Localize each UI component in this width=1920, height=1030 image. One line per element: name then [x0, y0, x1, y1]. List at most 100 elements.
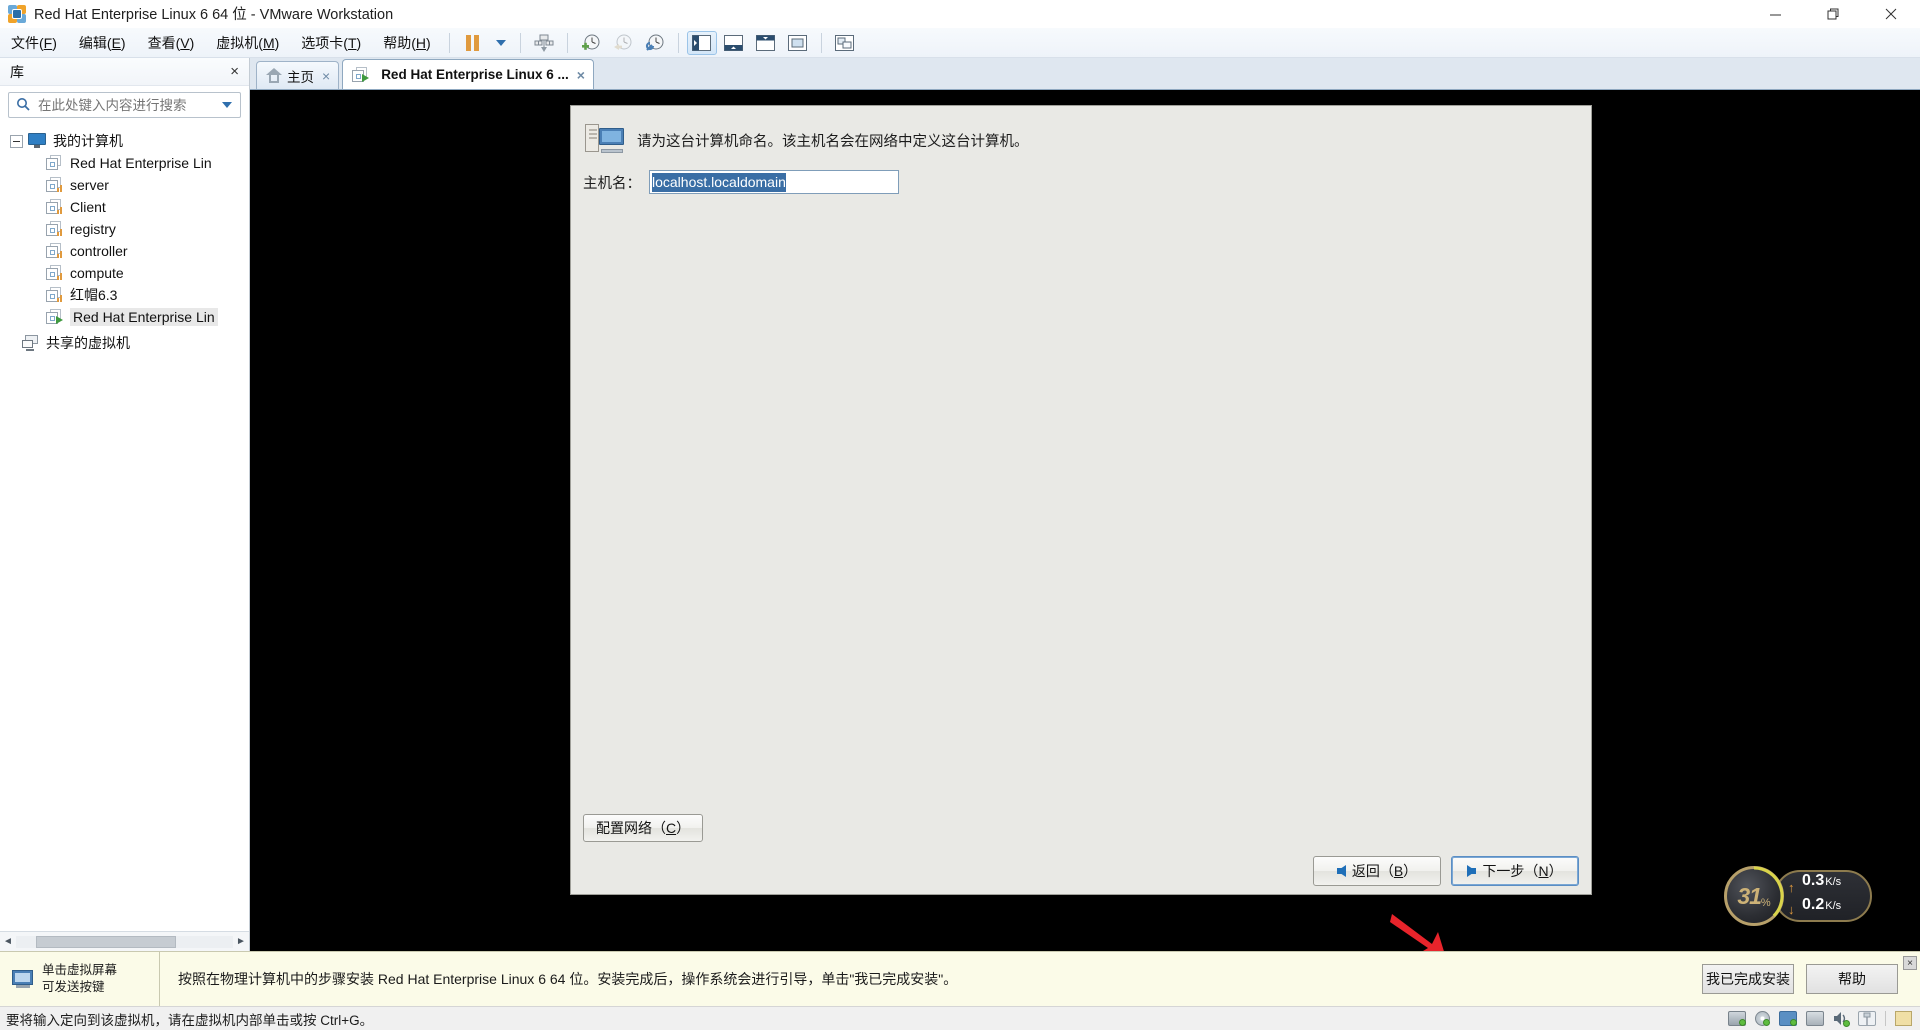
- tab-close-icon[interactable]: ×: [322, 68, 330, 84]
- cd-dvd-icon[interactable]: [1755, 1011, 1770, 1026]
- vm-console-screen[interactable]: 请为这台计算机命名。该主机名会在网络中定义这台计算机。 主机名： localho…: [250, 90, 1920, 951]
- tree-item-label: Red Hat Enterprise Lin: [70, 155, 212, 171]
- anaconda-hostname-dialog: 请为这台计算机命名。该主机名会在网络中定义这台计算机。 主机名： localho…: [570, 105, 1592, 895]
- notification-close-icon[interactable]: ×: [1903, 956, 1917, 970]
- show-console-view-icon[interactable]: [719, 31, 749, 55]
- arrow-right-icon: [1467, 865, 1476, 877]
- notes-icon[interactable]: [1895, 1011, 1912, 1026]
- monitor-icon: [28, 133, 47, 149]
- library-close-icon[interactable]: ×: [226, 64, 243, 79]
- fullscreen-icon[interactable]: [783, 31, 813, 55]
- tree-item-rhel-running[interactable]: Red Hat Enterprise Lin: [0, 306, 249, 328]
- send-key-hint-text: 单击虚拟屏幕 可发送按键: [42, 962, 117, 996]
- tree-item-label: Client: [70, 199, 106, 215]
- window-title: Red Hat Enterprise Linux 6 64 位 - VMware…: [34, 3, 393, 24]
- tab-rhel-vm[interactable]: Red Hat Enterprise Linux 6 ... ×: [342, 59, 594, 89]
- vm-tree: 我的计算机 Red Hat Enterprise Lin server Clie…: [0, 124, 249, 931]
- unity-mode-icon[interactable]: [830, 31, 860, 55]
- scrollbar-track[interactable]: [16, 936, 233, 948]
- network-adapter-icon[interactable]: [1779, 1011, 1797, 1026]
- vm-icon: [46, 265, 64, 281]
- minimize-icon[interactable]: [1746, 0, 1804, 28]
- dialog-prompt-text: 请为这台计算机命名。该主机名会在网络中定义这台计算机。: [637, 124, 1029, 151]
- printer-icon[interactable]: [1806, 1011, 1824, 1026]
- show-thumbnail-bar-icon[interactable]: [751, 31, 781, 55]
- tree-item-label: compute: [70, 265, 124, 281]
- upload-rate-value: 0.3: [1802, 872, 1824, 890]
- upload-rate-unit: K/s: [1825, 876, 1841, 888]
- restore-icon[interactable]: [1804, 0, 1862, 28]
- search-input[interactable]: [36, 97, 222, 114]
- snapshot-take-icon[interactable]: [576, 31, 606, 55]
- library-horizontal-scrollbar[interactable]: ◄ ►: [0, 931, 249, 951]
- scroll-right-arrow-icon[interactable]: ►: [233, 936, 249, 947]
- tree-item-redhat63[interactable]: 红帽6.3: [0, 284, 249, 306]
- dialog-nav-buttons: 返回（B） 下一步（N）: [1313, 856, 1579, 886]
- next-button[interactable]: 下一步（N）: [1451, 856, 1579, 886]
- menu-tabs[interactable]: 选项卡(T): [290, 30, 372, 56]
- snapshot-revert-icon[interactable]: [608, 31, 638, 55]
- power-dropdown-icon[interactable]: [490, 31, 512, 55]
- tree-item-rhel-1[interactable]: Red Hat Enterprise Lin: [0, 152, 249, 174]
- tree-item-controller[interactable]: controller: [0, 240, 249, 262]
- help-button[interactable]: 帮助: [1806, 964, 1898, 994]
- menu-edit[interactable]: 编辑(E): [68, 30, 137, 56]
- sound-card-icon[interactable]: [1833, 1011, 1849, 1026]
- tab-close-icon[interactable]: ×: [577, 67, 585, 83]
- scroll-left-arrow-icon[interactable]: ◄: [0, 936, 16, 947]
- cpu-usage-dial: 31 %: [1724, 866, 1784, 926]
- notification-bar: 单击虚拟屏幕 可发送按键 按照在物理计算机中的步骤安装 Red Hat Ente…: [0, 951, 1920, 1006]
- tree-item-label: 红帽6.3: [70, 285, 117, 305]
- menu-vm[interactable]: 虚拟机(M): [205, 30, 290, 56]
- vm-icon: [46, 155, 64, 171]
- search-dropdown-icon[interactable]: [222, 102, 232, 108]
- window-controls: [1746, 0, 1920, 28]
- download-rate-unit: K/s: [1825, 900, 1841, 912]
- scrollbar-thumb[interactable]: [36, 936, 176, 948]
- vm-icon: [46, 177, 64, 193]
- hint-line-2: 可发送按键: [42, 980, 105, 994]
- library-title: 库: [10, 62, 24, 82]
- system-monitor-widget[interactable]: ↑ 0.3 K/s ↓ 0.2 K/s: [1724, 866, 1872, 926]
- vmware-logo-icon: [8, 5, 26, 23]
- finished-install-button[interactable]: 我已完成安装: [1702, 964, 1794, 994]
- tab-home[interactable]: 主页 ×: [256, 61, 339, 89]
- show-library-icon[interactable]: [687, 31, 717, 55]
- menu-toolbar: 文件(F) 编辑(E) 查看(V) 虚拟机(M) 选项卡(T) 帮助(H): [0, 28, 1920, 58]
- home-icon: [266, 68, 282, 83]
- snapshot-manager-icon[interactable]: [640, 31, 670, 55]
- virtual-screen-icon: [12, 970, 34, 988]
- vmware-workstation-window: Red Hat Enterprise Linux 6 64 位 - VMware…: [0, 0, 1920, 1030]
- suspend-icon[interactable]: [458, 31, 488, 55]
- menu-help[interactable]: 帮助(H): [372, 30, 441, 56]
- vm-running-icon: [352, 67, 370, 83]
- tree-item-shared-vms[interactable]: 共享的虚拟机: [0, 332, 249, 354]
- status-separator: [1885, 1011, 1886, 1026]
- library-header: 库 ×: [0, 58, 249, 86]
- close-icon[interactable]: [1862, 0, 1920, 28]
- tree-item-registry[interactable]: registry: [0, 218, 249, 240]
- vm-icon: [46, 243, 64, 259]
- tree-item-compute[interactable]: compute: [0, 262, 249, 284]
- send-key-hint: 单击虚拟屏幕 可发送按键: [0, 952, 160, 1006]
- search-box[interactable]: [8, 92, 241, 118]
- hint-line-1: 单击虚拟屏幕: [42, 963, 117, 977]
- hard-disk-icon[interactable]: [1728, 1011, 1746, 1026]
- host-computer-icon: [585, 124, 625, 154]
- menu-file[interactable]: 文件(F): [0, 30, 68, 56]
- hostname-input[interactable]: localhost.localdomain: [649, 170, 899, 194]
- network-rates-panel: ↑ 0.3 K/s ↓ 0.2 K/s: [1774, 870, 1872, 922]
- back-button[interactable]: 返回（B）: [1313, 856, 1441, 886]
- tree-item-server[interactable]: server: [0, 174, 249, 196]
- tree-item-client[interactable]: Client: [0, 196, 249, 218]
- configure-network-button[interactable]: 配置网络（C）: [583, 814, 703, 842]
- tree-item-label: controller: [70, 243, 128, 259]
- collapse-expander-icon[interactable]: [10, 135, 23, 148]
- hostname-value: localhost.localdomain: [652, 173, 786, 192]
- menu-view[interactable]: 查看(V): [137, 30, 206, 56]
- tree-item-my-computer[interactable]: 我的计算机: [0, 130, 249, 152]
- download-arrow-icon: ↓: [1788, 902, 1795, 917]
- usb-icon[interactable]: [1858, 1011, 1876, 1026]
- send-ctrl-alt-del-icon[interactable]: [529, 31, 559, 55]
- library-panel: 库 × 我的计算机: [0, 58, 250, 951]
